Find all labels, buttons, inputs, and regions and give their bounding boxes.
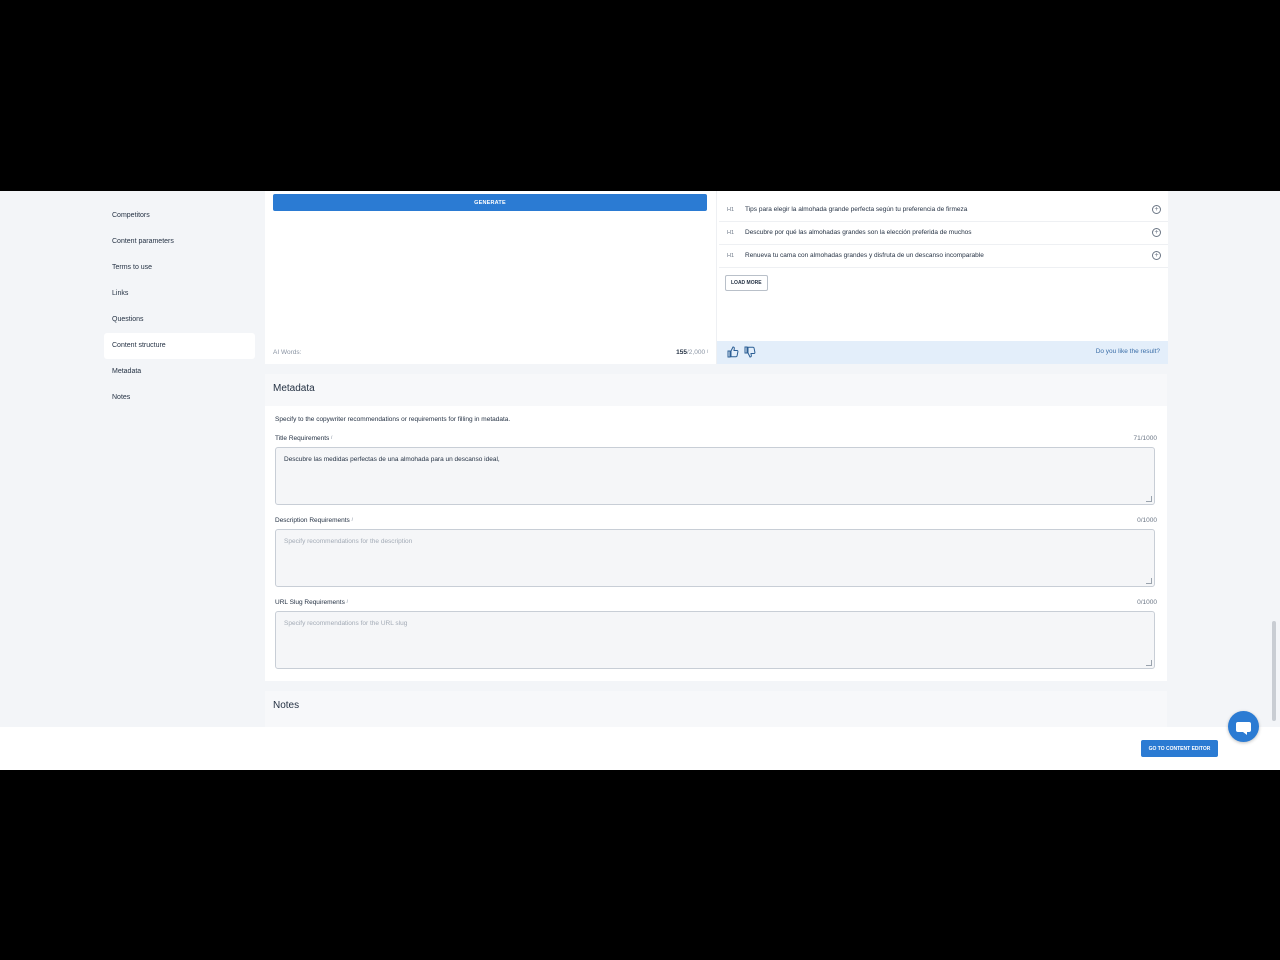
notes-title: Notes	[273, 700, 300, 711]
add-circle-icon[interactable]: +	[1152, 251, 1161, 260]
heading-row[interactable]: H1 Descubre por qué las almohadas grande…	[719, 222, 1168, 245]
sidebar-nav: Competitors Content parameters Terms to …	[104, 203, 255, 411]
generate-panel: GENERATE AI Words: 155/2,000 i	[265, 191, 716, 364]
resize-handle-icon[interactable]	[1146, 578, 1152, 584]
url-slug-requirements-label: URL Slug Requirements i	[275, 599, 348, 606]
heading-text: Descubre por qué las almohadas grandes s…	[745, 229, 972, 236]
resize-handle-icon[interactable]	[1146, 496, 1152, 502]
heading-text: Tips para elegir la almohada grande perf…	[745, 206, 968, 213]
go-to-content-editor-button[interactable]: GO TO CONTENT EDITOR	[1141, 740, 1218, 757]
add-circle-icon[interactable]: +	[1152, 228, 1161, 237]
metadata-title: Metadata	[273, 383, 315, 394]
generate-button[interactable]: GENERATE	[273, 194, 707, 211]
sidebar-item-competitors[interactable]: Competitors	[104, 203, 255, 229]
ai-words-label: AI Words:	[273, 349, 302, 356]
description-requirements-count: 0/1000	[1137, 517, 1157, 524]
metadata-header: Metadata	[265, 374, 1167, 406]
heading-row[interactable]: H1 Renueva tu cama con almohadas grandes…	[719, 245, 1168, 268]
headings-panel: H1 Tips para elegir la almohada grande p…	[716, 191, 1168, 364]
thumbs-up-icon[interactable]	[727, 346, 739, 358]
heading-row[interactable]: H1 Tips para elegir la almohada grande p…	[719, 199, 1168, 222]
ai-words-used: 155	[676, 349, 687, 356]
chat-button[interactable]	[1228, 711, 1259, 742]
metadata-body: Specify to the copywriter recommendation…	[265, 406, 1167, 681]
sidebar-item-questions[interactable]: Questions	[104, 307, 255, 333]
load-more-button[interactable]: LOAD MORE	[725, 275, 768, 291]
title-requirements-value: Descubre las medidas perfectas de una al…	[284, 456, 500, 463]
info-icon[interactable]: i	[707, 349, 708, 355]
url-slug-requirements-count: 0/1000	[1137, 599, 1157, 606]
title-requirements-field[interactable]: Descubre las medidas perfectas de una al…	[275, 447, 1155, 505]
add-circle-icon[interactable]: +	[1152, 205, 1161, 214]
notes-header: Notes	[265, 691, 1167, 727]
chat-bubble-icon	[1236, 722, 1251, 735]
metadata-hint: Specify to the copywriter recommendation…	[275, 416, 511, 423]
url-slug-requirements-placeholder: Specify recommendations for the URL slug	[284, 620, 408, 627]
info-icon[interactable]: i	[347, 599, 348, 605]
info-icon[interactable]: i	[352, 517, 353, 523]
sidebar-item-content-structure[interactable]: Content structure	[104, 333, 255, 359]
feedback-bar: Do you like the result?	[717, 341, 1168, 364]
description-requirements-placeholder: Specify recommendations for the descript…	[284, 538, 413, 545]
url-slug-requirements-field[interactable]: Specify recommendations for the URL slug	[275, 611, 1155, 669]
heading-tag: H1	[727, 253, 735, 259]
title-requirements-label: Title Requirements i	[275, 435, 333, 442]
footer-bar: GO TO CONTENT EDITOR	[0, 727, 1280, 770]
sidebar-item-links[interactable]: Links	[104, 281, 255, 307]
sidebar-item-notes[interactable]: Notes	[104, 385, 255, 411]
sidebar-item-metadata[interactable]: Metadata	[104, 359, 255, 385]
ai-words-counter: 155/2,000 i	[676, 349, 708, 356]
description-requirements-field[interactable]: Specify recommendations for the descript…	[275, 529, 1155, 587]
sidebar-item-content-parameters[interactable]: Content parameters	[104, 229, 255, 255]
feedback-question-link[interactable]: Do you like the result?	[1096, 348, 1160, 355]
sidebar-item-terms-to-use[interactable]: Terms to use	[104, 255, 255, 281]
description-requirements-label: Description Requirements i	[275, 517, 353, 524]
app-screen: Competitors Content parameters Terms to …	[0, 191, 1280, 770]
thumbs-down-icon[interactable]	[744, 346, 756, 358]
page-scrollbar[interactable]	[1272, 621, 1276, 721]
heading-tag: H1	[727, 230, 735, 236]
heading-tag: H1	[727, 207, 735, 213]
heading-text: Renueva tu cama con almohadas grandes y …	[745, 252, 984, 259]
title-requirements-count: 71/1000	[1133, 435, 1158, 442]
ai-words-limit: /2,000	[686, 349, 706, 356]
resize-handle-icon[interactable]	[1146, 660, 1152, 666]
info-icon[interactable]: i	[331, 435, 332, 441]
